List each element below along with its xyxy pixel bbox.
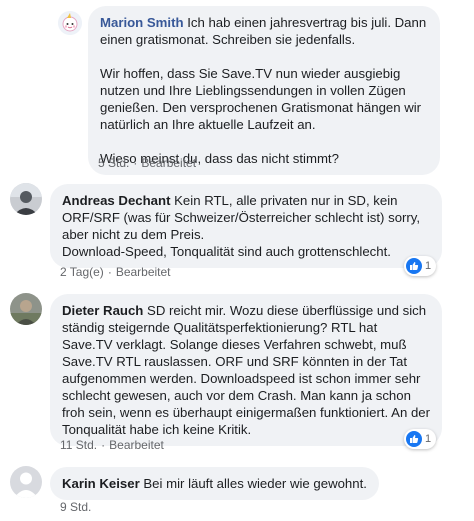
comment-meta: 9 Std.: [60, 500, 91, 514]
reaction-count-number: 1: [425, 433, 432, 445]
like-icon: [406, 258, 422, 274]
comment-time-link[interactable]: 2 Tag(e): [60, 265, 104, 279]
reaction-count-number: 1: [425, 260, 432, 272]
edited-label[interactable]: Bearbeitet: [109, 438, 164, 452]
reaction-count[interactable]: 1: [404, 256, 437, 276]
profile-photo-icon: [10, 293, 42, 325]
comment-time-link[interactable]: 9 Std.: [60, 500, 91, 514]
comment-bubble: Karin Keiser Bei mir läuft alles wieder …: [50, 467, 379, 500]
comment-author[interactable]: Karin Keiser: [62, 476, 140, 491]
unicorn-avatar-icon: [58, 11, 82, 35]
comment-author[interactable]: Andreas Dechant: [62, 193, 170, 208]
reaction-count[interactable]: 1: [404, 429, 437, 449]
comment-dieter-rauch: Dieter Rauch SD reicht mir. Wozu diese ü…: [0, 285, 474, 455]
comment-meta: 5 Std. · Bearbeitet: [98, 156, 197, 170]
comment-text: Bei mir läuft alles wieder wie gewohnt.: [143, 476, 367, 491]
comment-time-link[interactable]: 11 Std.: [60, 438, 97, 452]
comment-bubble: Marion Smith Ich hab einen jahresvertrag…: [88, 6, 440, 175]
comment-author[interactable]: Marion Smith: [100, 15, 184, 30]
edited-label[interactable]: Bearbeitet: [116, 265, 171, 279]
comment-text: Download-Speed, Tonqualität sind auch gr…: [62, 244, 391, 259]
comment-meta: 11 Std. · Bearbeitet: [60, 438, 164, 452]
comment-bubble: Dieter Rauch SD reicht mir. Wozu diese ü…: [50, 294, 442, 446]
default-avatar-icon: [10, 466, 42, 498]
comment-text: SD reicht mir. Wozu diese überflüssige u…: [62, 303, 431, 437]
comment-author[interactable]: Dieter Rauch: [62, 303, 143, 318]
comment-karin-keiser: Karin Keiser Bei mir läuft alles wieder …: [0, 460, 474, 521]
avatar-karin-keiser[interactable]: [10, 466, 42, 498]
like-icon: [406, 431, 422, 447]
avatar-andreas-dechant[interactable]: [10, 183, 42, 215]
avatar-dieter-rauch[interactable]: [10, 293, 42, 325]
edited-label[interactable]: Bearbeitet: [141, 156, 196, 170]
comment-bubble: Andreas Dechant Kein RTL, alle privaten …: [50, 184, 442, 268]
comment-text: Wir hoffen, dass Sie Save.TV nun wieder …: [100, 66, 422, 132]
avatar-marion-smith[interactable]: [58, 11, 82, 35]
comment-time-link[interactable]: 5 Std.: [98, 156, 129, 170]
profile-photo-icon: [10, 183, 42, 215]
comment-marion-smith: Marion Smith Ich hab einen jahresvertrag…: [0, 0, 474, 175]
comment-andreas-dechant: Andreas Dechant Kein RTL, alle privaten …: [0, 175, 474, 285]
comment-meta: 2 Tag(e) · Bearbeitet: [60, 265, 171, 279]
